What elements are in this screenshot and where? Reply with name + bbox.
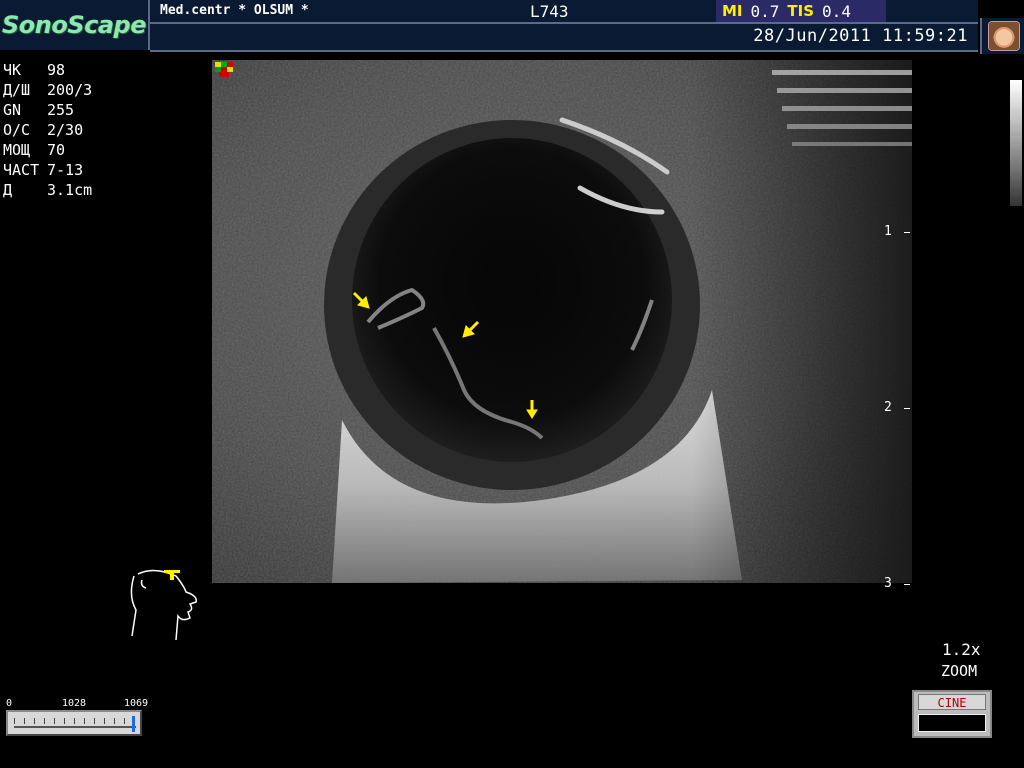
param-key: О/С — [3, 121, 31, 139]
param-value: 3.1cm — [47, 181, 93, 199]
param-value: 70 — [47, 141, 66, 159]
param-row: GN 255 — [3, 100, 92, 120]
depth-tick — [904, 408, 910, 409]
slider-mid-label: 1028 — [62, 698, 87, 709]
zoom-label: ZOOM — [941, 662, 978, 680]
cine-display — [918, 714, 986, 732]
ultrasound-image[interactable] — [212, 60, 912, 583]
date-time: 28/Jun/2011 11:59:21 — [753, 26, 968, 46]
grayscale-bar — [1010, 80, 1022, 206]
header-datetime-bar: 28/Jun/2011 11:59:21 — [150, 24, 978, 52]
tis-value: 0.4 — [822, 1, 851, 21]
param-key: ЧАСТ — [3, 161, 40, 179]
imaging-parameters: ЧК 98 Д/Ш 200/3 GN 255 О/С 2/30 МОЩ 70 ЧАСТ 7-… — [3, 60, 92, 200]
patient-avatar-icon[interactable] — [989, 22, 1019, 50]
zoom-value: 1.2x — [942, 640, 981, 659]
param-value: 7-13 — [47, 161, 84, 179]
head-body-marker-icon — [124, 566, 212, 644]
mi-tis-readout: MI 0.7 TIS 0.4 — [716, 0, 886, 22]
slider-thumb[interactable] — [132, 716, 135, 732]
slider-min-label: 0 — [6, 698, 13, 709]
depth-marker-2: 2 — [884, 400, 910, 415]
slider-ticks — [14, 718, 136, 724]
depth-label: 2 — [884, 400, 892, 415]
cine-button[interactable]: CINE — [918, 694, 986, 710]
param-key: ЧК — [3, 61, 22, 79]
param-value: 2/30 — [47, 121, 84, 139]
brand-logo: SonoScape — [1, 11, 147, 39]
param-row: Д/Ш 200/3 — [3, 80, 92, 100]
param-key: Д/Ш — [3, 81, 31, 99]
param-key: Д — [3, 181, 13, 199]
depth-label: 3 — [884, 576, 892, 591]
depth-tick — [904, 584, 910, 585]
param-row: ЧАСТ 7-13 — [3, 160, 92, 180]
header-info-bar: Med.centr * OLSUM * L743 MI 0.7 TIS 0.4 — [150, 0, 978, 24]
mi-label: MI — [722, 2, 743, 20]
param-key: GN — [3, 101, 22, 119]
cine-panel[interactable]: CINE — [912, 690, 992, 738]
slider-track[interactable] — [14, 726, 136, 728]
depth-marker-1: 1 — [884, 224, 910, 239]
depth-tick — [904, 232, 910, 233]
param-row: О/С 2/30 — [3, 120, 92, 140]
orientation-marker-icon — [215, 62, 233, 78]
param-row: Д 3.1cm — [3, 180, 92, 200]
logo-panel: SonoScape — [0, 0, 150, 50]
slider-max-label: 1069 — [124, 698, 149, 709]
cine-frame-slider[interactable]: 0 1028 1069 — [4, 698, 154, 744]
param-row: ЧК 98 — [3, 60, 92, 80]
patient-avatar-panel[interactable] — [980, 18, 1024, 54]
slider-track-box[interactable] — [6, 710, 142, 736]
param-value: 200/3 — [47, 81, 93, 99]
mi-value: 0.7 — [750, 1, 780, 21]
depth-label: 1 — [884, 224, 892, 239]
tis-label: TIS — [787, 2, 815, 20]
probe-name: L743 — [530, 2, 569, 21]
param-value: 98 — [47, 61, 66, 79]
depth-marker-3: 3 — [884, 576, 910, 591]
hospital-name: Med.centr * OLSUM * — [160, 3, 309, 18]
param-value: 255 — [47, 101, 75, 119]
param-key: МОЩ — [3, 141, 31, 159]
param-row: МОЩ 70 — [3, 140, 92, 160]
